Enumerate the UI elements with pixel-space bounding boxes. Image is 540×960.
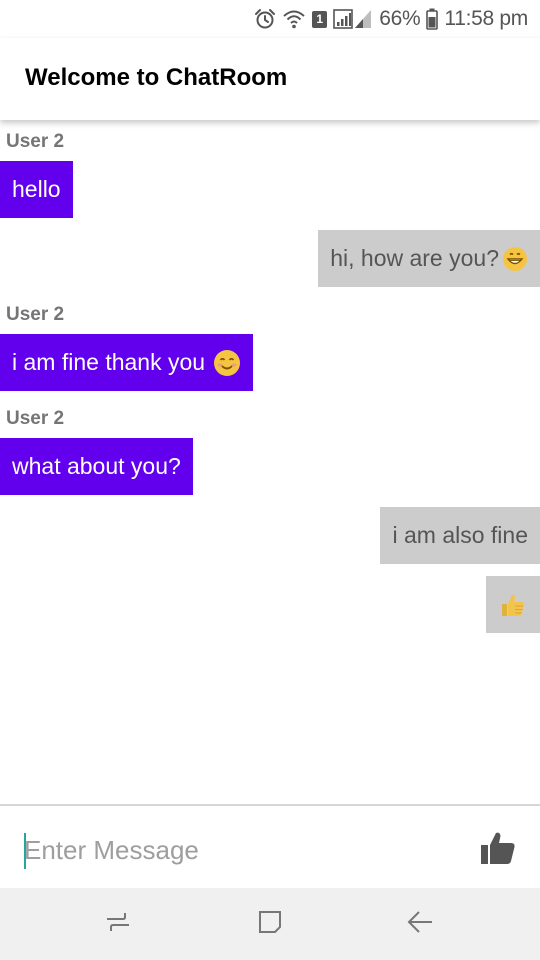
navigation-bar (0, 888, 540, 960)
back-button[interactable] (400, 906, 440, 942)
message-list[interactable]: User 2 hello hi, how are you? User 2 i a… (0, 120, 540, 804)
thumbs-up-emoji (499, 591, 527, 619)
message-bubble-incoming[interactable]: what about you? (0, 438, 193, 495)
message-bubble-outgoing[interactable]: i am also fine (380, 507, 540, 564)
thumbs-up-icon (480, 831, 516, 870)
app-bar: Welcome to ChatRoom (0, 38, 540, 120)
message-input[interactable] (24, 826, 454, 874)
message-text: i am fine thank you (12, 349, 206, 375)
signal-icon (333, 8, 373, 30)
recents-button[interactable] (98, 906, 138, 942)
page-title: Welcome to ChatRoom (25, 64, 288, 91)
wifi-icon (282, 8, 306, 30)
message-bubble-outgoing[interactable]: hi, how are you? (318, 230, 540, 287)
recents-icon (103, 907, 133, 942)
clock: 11:58 pm (444, 7, 528, 30)
battery-percent: 66% (379, 7, 421, 30)
message-text: hello (12, 176, 61, 202)
alarm-icon (254, 8, 276, 30)
sender-label: User 2 (6, 304, 65, 325)
home-button[interactable] (250, 906, 290, 942)
message-text: what about you? (12, 453, 181, 479)
back-icon (405, 907, 435, 942)
message-bubble-outgoing[interactable] (486, 576, 540, 633)
send-like-button[interactable] (478, 830, 518, 870)
message-text: hi, how are you? (330, 245, 499, 271)
home-icon (255, 907, 285, 942)
message-text: i am also fine (392, 522, 528, 548)
sender-label: User 2 (6, 131, 65, 152)
sim-icon: 1 (312, 10, 328, 28)
grinning-face-emoji (502, 246, 528, 272)
status-bar: 1 66% 11:58 pm (0, 0, 540, 38)
battery-icon (426, 8, 439, 30)
status-icons: 1 66% 11:58 pm (254, 6, 528, 32)
text-cursor (24, 833, 26, 869)
smiling-face-emoji (213, 349, 241, 377)
sender-label: User 2 (6, 408, 65, 429)
message-bubble-incoming[interactable]: hello (0, 161, 73, 218)
message-bubble-incoming[interactable]: i am fine thank you (0, 334, 254, 391)
message-composer (0, 804, 540, 888)
